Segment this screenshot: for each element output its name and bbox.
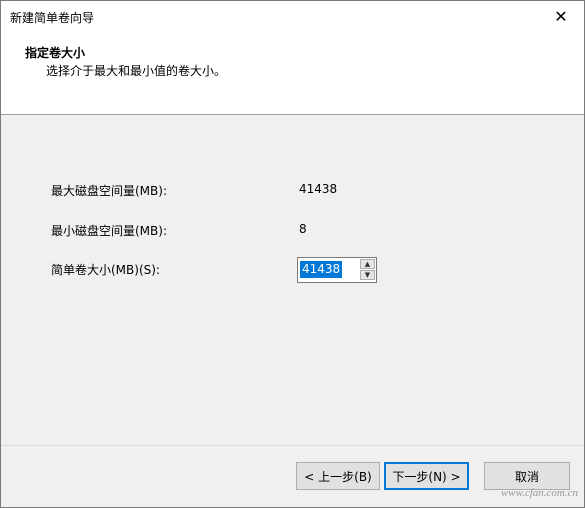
close-icon: ✕ bbox=[554, 7, 568, 26]
max-space-label: 最大磁盘空间量(MB): bbox=[51, 184, 167, 198]
title-bar: 新建简单卷向导 ✕ bbox=[1, 1, 584, 32]
page-title: 指定卷大小 bbox=[25, 46, 86, 60]
chevron-down-icon: ▼ bbox=[364, 271, 371, 279]
min-space-label: 最小磁盘空间量(MB): bbox=[51, 224, 167, 238]
watermark: www.cfan.com.cn bbox=[500, 487, 578, 499]
stepper-buttons: ▲ ▼ bbox=[360, 259, 375, 281]
page-subtitle: 选择介于最大和最小值的卷大小。 bbox=[46, 64, 227, 78]
stepper-up-button[interactable]: ▲ bbox=[360, 259, 375, 269]
wizard-dialog: 新建简单卷向导 ✕ 指定卷大小 选择介于最大和最小值的卷大小。 最大磁盘空间量(… bbox=[0, 0, 585, 508]
cancel-button[interactable]: 取消 bbox=[484, 462, 570, 490]
volume-size-input[interactable]: 41438 bbox=[300, 261, 343, 278]
next-button[interactable]: 下一步(N) > bbox=[384, 462, 469, 490]
wizard-content: 最大磁盘空间量(MB): 41438 最小磁盘空间量(MB): 8 简单卷大小(… bbox=[1, 115, 584, 445]
back-button[interactable]: < 上一步(B) bbox=[296, 462, 380, 490]
volume-size-label: 简单卷大小(MB)(S): bbox=[51, 263, 160, 277]
window-title: 新建简单卷向导 bbox=[10, 11, 95, 25]
min-space-value: 8 bbox=[299, 222, 307, 236]
close-button[interactable]: ✕ bbox=[538, 1, 584, 32]
stepper-down-button[interactable]: ▼ bbox=[360, 270, 375, 280]
max-space-value: 41438 bbox=[299, 182, 338, 196]
volume-size-stepper[interactable]: 41438 ▲ ▼ bbox=[297, 257, 377, 283]
wizard-header: 指定卷大小 选择介于最大和最小值的卷大小。 bbox=[1, 32, 584, 115]
footer-divider bbox=[1, 445, 584, 446]
chevron-up-icon: ▲ bbox=[364, 260, 371, 268]
